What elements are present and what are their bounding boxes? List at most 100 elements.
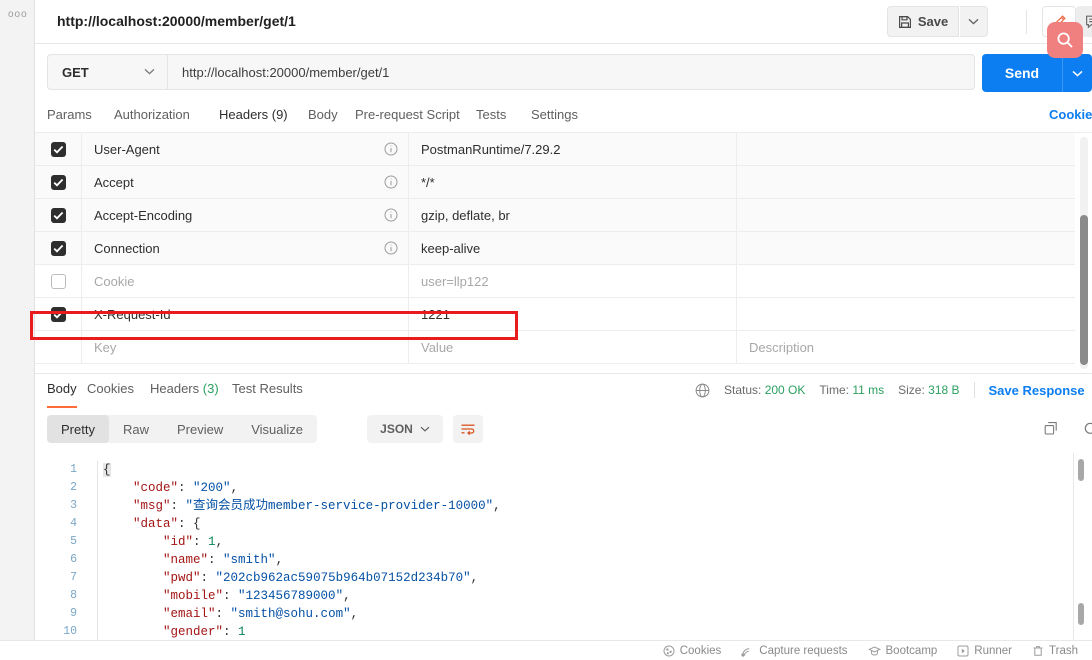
header-key-text: Connection: [94, 240, 160, 256]
url-input[interactable]: http://localhost:20000/member/get/1: [167, 54, 975, 90]
table-row[interactable]: Connection keep-alive: [35, 231, 1075, 265]
checkbox-checked[interactable]: [50, 240, 66, 256]
cookies-link[interactable]: Cookies: [1049, 107, 1092, 122]
bottom-capture-requests-button[interactable]: Capture requests: [741, 644, 848, 657]
code-content[interactable]: { "code": "200", "msg": "查询会员成功member-se…: [103, 461, 501, 641]
copy-button[interactable]: [1043, 421, 1060, 438]
header-value-cell[interactable]: */*: [408, 165, 736, 199]
code-token: ,: [343, 589, 351, 603]
header-description-cell[interactable]: [736, 264, 1075, 298]
table-row-x-request-id[interactable]: X-Request-Id 1221: [35, 297, 1075, 331]
search-overlay-button[interactable]: [1047, 22, 1083, 58]
checkbox-checked[interactable]: [50, 207, 66, 223]
table-row[interactable]: Cookie user=llp122: [35, 264, 1075, 298]
response-tab-cookies[interactable]: Cookies: [87, 381, 134, 407]
table-row[interactable]: Accept */*: [35, 165, 1075, 199]
code-token: :: [223, 625, 239, 639]
headers-scrollbar-track[interactable]: [1080, 137, 1088, 369]
format-raw[interactable]: Raw: [109, 415, 163, 443]
bottom-capture-requests-label: Capture requests: [759, 644, 848, 657]
header-description-cell[interactable]: [736, 133, 1075, 166]
code-token: "msg": [133, 499, 171, 513]
info-icon[interactable]: [384, 175, 398, 189]
info-icon[interactable]: [384, 241, 398, 255]
header-value-cell[interactable]: 1221: [408, 297, 736, 331]
bottom-cookies-button[interactable]: Cookies: [663, 645, 721, 657]
header-description-cell[interactable]: [736, 231, 1075, 265]
header-description-cell[interactable]: [736, 198, 1075, 232]
row-checkbox-cell[interactable]: [35, 174, 81, 190]
response-status-group: Status: 200 OK Time: 11 ms Size: 318 B S…: [695, 382, 1092, 398]
panel-scrollbar-thumb[interactable]: [1078, 603, 1084, 625]
response-tab-headers-count: (3): [202, 381, 219, 396]
header-description-cell[interactable]: [736, 165, 1075, 199]
headers-scrollbar-thumb[interactable]: [1080, 215, 1088, 365]
header-description-cell[interactable]: [736, 297, 1075, 331]
checkbox-checked[interactable]: [50, 306, 66, 322]
code-token: 1: [208, 535, 216, 549]
code-scrollbar-thumb[interactable]: [1078, 459, 1084, 481]
info-icon[interactable]: [384, 208, 398, 222]
header-key-text: Accept: [94, 174, 134, 190]
table-row-new[interactable]: Key Value Description: [35, 330, 1075, 364]
code-token: :: [215, 607, 231, 621]
response-tab-headers[interactable]: Headers (3): [150, 381, 219, 407]
code-line: "data": {: [103, 515, 501, 533]
bottom-trash-label: Trash: [1049, 644, 1078, 657]
header-key-cell[interactable]: Accept: [81, 165, 408, 199]
line-number: 1: [70, 463, 77, 476]
response-tab-body[interactable]: Body: [47, 381, 77, 408]
language-select[interactable]: JSON: [367, 415, 443, 443]
header-value-cell[interactable]: user=llp122: [408, 264, 736, 298]
table-row[interactable]: Accept-Encoding gzip, deflate, br: [35, 198, 1075, 232]
save-response-button[interactable]: Save Response: [989, 383, 1085, 398]
status-value: 200 OK: [764, 383, 806, 397]
sidebar-more-dots-icon[interactable]: ooo: [8, 10, 28, 20]
bottom-runner-label: Runner: [974, 644, 1013, 657]
checkbox-checked[interactable]: [50, 174, 66, 190]
save-options-button[interactable]: [960, 6, 988, 37]
line-number: 10: [63, 625, 77, 638]
header-value-cell[interactable]: keep-alive: [408, 231, 736, 265]
table-row[interactable]: User-Agent PostmanRuntime/7.29.2: [35, 133, 1075, 166]
header-value-cell[interactable]: PostmanRuntime/7.29.2: [408, 133, 736, 166]
header-value-cell[interactable]: gzip, deflate, br: [408, 198, 736, 232]
row-checkbox-cell[interactable]: [35, 273, 81, 289]
bottom-status-bar: Cookies Capture requests Bootcamp Runner…: [0, 640, 1092, 660]
row-checkbox-cell[interactable]: [35, 207, 81, 223]
format-visualize[interactable]: Visualize: [237, 415, 317, 443]
code-token: "data": [133, 517, 179, 531]
header-key-cell[interactable]: X-Request-Id: [81, 297, 408, 331]
row-checkbox-cell[interactable]: [35, 141, 81, 157]
bottom-trash-button[interactable]: Trash: [1032, 645, 1078, 657]
code-scrollbar-track[interactable]: [1073, 453, 1074, 643]
checkbox-checked[interactable]: [50, 141, 66, 157]
response-body-code-viewer[interactable]: 1 2 3 4 5 6 7 8 9 10 { "code": "200", "m…: [35, 453, 1092, 643]
header-key-cell[interactable]: Key: [81, 330, 408, 364]
find-in-body-button[interactable]: [1083, 421, 1092, 438]
header-description-cell[interactable]: Description: [736, 330, 1075, 364]
header-key-cell[interactable]: Cookie: [81, 264, 408, 298]
format-pretty[interactable]: Pretty: [47, 415, 109, 443]
code-token: ,: [350, 607, 359, 621]
word-wrap-button[interactable]: [453, 415, 483, 443]
code-token: :: [223, 589, 239, 603]
checkbox-unchecked[interactable]: [50, 273, 66, 289]
bottom-runner-button[interactable]: Runner: [957, 645, 1012, 657]
header-key-cell[interactable]: User-Agent: [81, 133, 408, 166]
header-key-cell[interactable]: Connection: [81, 231, 408, 265]
save-button[interactable]: Save: [887, 6, 959, 37]
code-line: "gender": 1: [103, 623, 501, 641]
header-value-cell[interactable]: Value: [408, 330, 736, 364]
http-method-select[interactable]: GET: [47, 54, 167, 90]
format-preview[interactable]: Preview: [163, 415, 237, 443]
bottom-bootcamp-button[interactable]: Bootcamp: [867, 645, 937, 657]
info-icon[interactable]: [384, 142, 398, 156]
response-tab-test-results[interactable]: Test Results: [232, 381, 303, 407]
header-key-text: Accept-Encoding: [94, 207, 193, 223]
send-button[interactable]: Send: [982, 54, 1062, 92]
row-checkbox-cell[interactable]: [35, 306, 81, 322]
row-checkbox-cell[interactable]: [35, 240, 81, 256]
header-key-cell[interactable]: Accept-Encoding: [81, 198, 408, 232]
send-options-button[interactable]: [1062, 54, 1092, 92]
